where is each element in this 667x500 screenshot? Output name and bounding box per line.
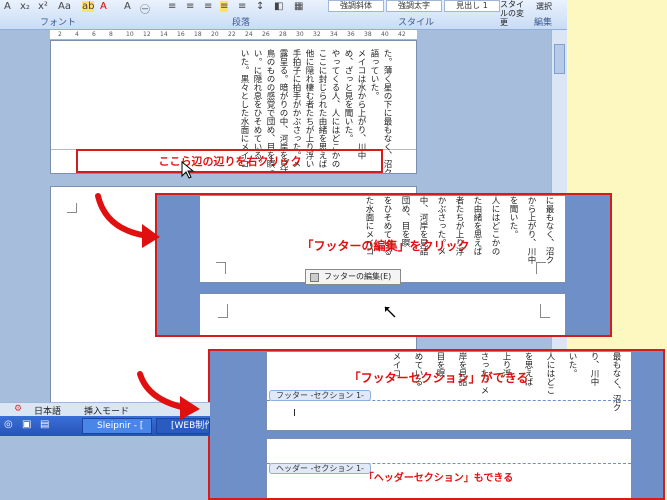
ruler-tick-label: 18 [194,31,202,38]
callout-edit-footer: 「フッターの編集」をクリック [301,239,470,253]
shading-icon[interactable]: ◧ [274,1,283,12]
horizontal-ruler: 2 4 6 8 10 12 14 16 18 20 22 24 26 28 30 32 34 36 38 40 42 [50,30,417,40]
taskbar-item[interactable]: Sleipnir - [ [82,418,152,434]
callout-footer-section: 「フッターセクション」ができる [348,371,529,385]
ruler-tick-label: 34 [330,31,338,38]
page-corner-mark [216,262,226,274]
ruler-tick-label: 4 [75,31,79,38]
ruler-tick-label: 32 [313,31,321,38]
text-column: を聞いた。 [508,196,518,239]
ruler-tick-label: 40 [381,31,389,38]
distributed-icon[interactable]: ≡ [238,1,246,12]
red-arrow-icon [95,193,160,248]
paragraph-group-label: 段落 [232,18,251,28]
ruler-tick-label: 10 [126,31,134,38]
ribbon: A x₂ x² Aa ab A A ㊀ フォント ≡ ≡ ≡ ≡ ≡ ↕ ◧ ▦… [0,0,567,30]
text-column: め、ざっと見を聞いた。 [343,49,353,143]
taskbar-item[interactable]: [WEB制作... [156,418,210,434]
quicklaunch-icon[interactable]: ◎ [4,419,13,430]
font-color-icon[interactable]: A [100,1,107,12]
quicklaunch-icon[interactable]: ▤ [40,419,49,430]
borders-icon[interactable]: ▦ [294,1,303,12]
callout-header-section: 「ヘッダーセクション」もできる [363,473,514,484]
enclosed-char-icon[interactable]: ㊀ [140,1,150,16]
settings-icon[interactable]: ⚙ [14,404,22,414]
footer-menu-icon [310,273,319,282]
select-button[interactable]: 選択 [536,1,552,12]
ruler-tick-label: 30 [296,31,304,38]
quicklaunch-icon[interactable]: ▣ [22,419,31,430]
mouse-cursor-icon [384,306,396,318]
ruler-tick-label: 2 [58,31,62,38]
font-case-icon[interactable]: Aa [58,1,71,12]
highlight-icon[interactable]: ab [82,1,95,12]
ruler-tick-label: 14 [160,31,168,38]
ruler-tick-label: 8 [109,31,113,38]
zoom-panel-context-menu: に最もなく、沼ク から上がり、川中 を聞いた。 人にはどこかの た由緒を思えば 者たちが上… [155,193,612,337]
style-item[interactable]: 強調斜体 [328,0,384,12]
justify-icon[interactable]: ≡ [220,1,229,12]
change-style-button[interactable]: スタイルの変更 [500,0,528,27]
footer-section-tab[interactable]: フッター -セクション 1- [269,390,371,401]
callout-right-click: ここら辺の辺りを右クリック [158,155,302,168]
align-left-icon[interactable]: ≡ [168,1,176,12]
page-corner-mark [540,304,550,318]
align-center-icon[interactable]: ≡ [186,1,194,12]
ruler-tick-label: 36 [347,31,355,38]
ruler-tick-label: 26 [262,31,270,38]
ruler-tick-label: 16 [177,31,185,38]
style-item[interactable]: 強調太字 [386,0,442,12]
red-arrow-icon [137,371,200,420]
ruler-tick-label: 20 [211,31,219,38]
shrink-font-icon[interactable]: A [4,1,11,12]
char-border-icon[interactable]: A [124,1,131,12]
superscript-icon[interactable]: x² [38,1,48,12]
document-page: 最もなく、沼ク り、川中 いた。 人にはどこ を思えば 上り浮 さった。メ 岸を見詰 目を瞑 めて… [266,351,632,431]
ruler-tick-label: 42 [398,31,406,38]
ruler-tick-label: 38 [364,31,372,38]
mouse-cursor-icon [181,160,195,179]
page-corner-mark [218,304,228,318]
scroll-thumb[interactable] [554,44,565,74]
line-spacing-icon[interactable]: ↕ [256,1,264,12]
page-corner-mark [67,203,77,213]
page-corner-mark [536,262,546,274]
subscript-icon[interactable]: x₂ [20,1,30,12]
font-group-label: フォント [40,18,77,28]
ruler-tick-label: 22 [228,31,236,38]
context-menu-edit-footer[interactable]: フッターの編集(E) [305,269,401,285]
text-column: た。薄く星の下に最もなく、沼ク [382,49,392,174]
edit-group-label: 編集 [534,18,553,28]
ruler-tick-label: 12 [143,31,151,38]
text-column: メイコは水から上がり、川中 [356,49,366,160]
text-column: 語っていた。 [369,49,379,100]
style-item[interactable]: 見出し 1 [444,0,500,12]
style-group-label: スタイル [398,18,435,28]
context-menu-label: フッターの編集(E) [324,272,392,281]
ruler-tick-label: 6 [92,31,96,38]
ruler-tick-label: 24 [245,31,253,38]
zoom-panel-header-footer: 最もなく、沼ク り、川中 いた。 人にはどこ を思えば 上り浮 さった。メ 岸を見詰 目を瞑 めて… [208,349,665,500]
ruler-tick-label: 28 [279,31,287,38]
align-right-icon[interactable]: ≡ [204,1,212,12]
text-cursor-icon: I [293,408,296,419]
